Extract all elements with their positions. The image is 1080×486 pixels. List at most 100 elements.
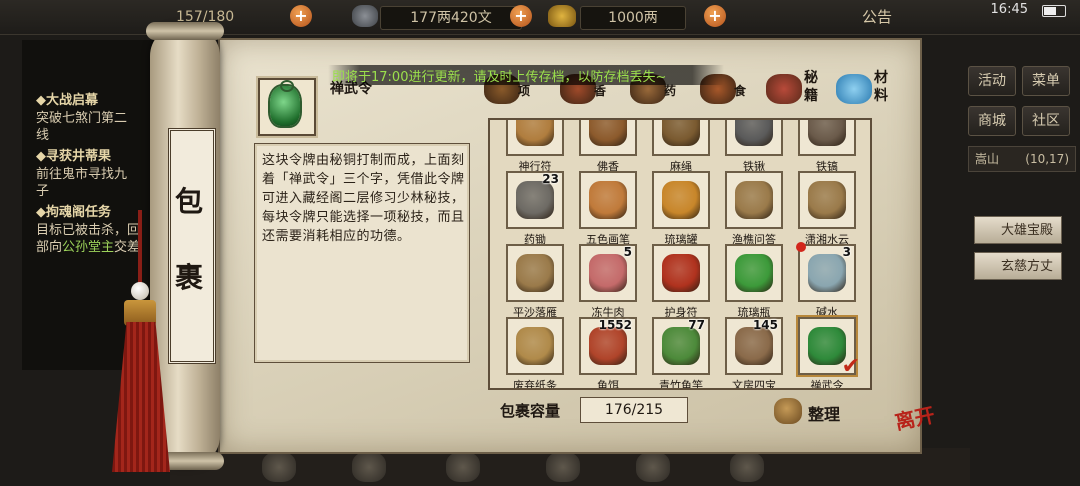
- item-count: 23: [542, 172, 559, 186]
- menu-shortcut-icon[interactable]: [262, 452, 296, 482]
- menu-button[interactable]: 菜单: [1022, 66, 1070, 96]
- add-copper-button[interactable]: +: [510, 5, 532, 27]
- scroll-title-char-1: 包: [174, 185, 203, 218]
- community-button[interactable]: 社区: [1022, 106, 1070, 136]
- quest-title-3[interactable]: ◆拘魂阁任务: [36, 204, 161, 222]
- quest-title-2[interactable]: ◆寻获井蒂果: [36, 148, 161, 166]
- item-slot[interactable]: [725, 120, 783, 156]
- tab-secret-books[interactable]: 秘 籍: [766, 70, 826, 112]
- item-slot[interactable]: [652, 171, 710, 229]
- item-slot[interactable]: 3: [796, 242, 856, 302]
- item-slot[interactable]: 5: [579, 244, 637, 302]
- scroll-rod-cap-top: [146, 22, 224, 40]
- quest-desc-3b: 部向公孙堂主交差: [36, 240, 141, 255]
- battery-icon: [1042, 5, 1066, 17]
- brush-icon: [589, 181, 627, 219]
- item-slot[interactable]: 77: [652, 317, 710, 375]
- worm-icon: [589, 327, 627, 365]
- book-icon: [516, 254, 554, 292]
- shovel-icon: [735, 120, 773, 146]
- incense-icon: [589, 120, 627, 146]
- tassel-bead: [131, 282, 149, 300]
- bag-icon: [774, 398, 802, 424]
- item-slot[interactable]: [652, 244, 710, 302]
- location-name: 嵩山: [975, 152, 1000, 166]
- crystal-icon: [836, 74, 872, 104]
- jade-token-icon: [270, 80, 300, 126]
- amulet-icon: [662, 254, 700, 292]
- menu-shortcut-icon[interactable]: [352, 452, 386, 482]
- quest-desc-3: 目标已被击杀，回: [36, 223, 141, 238]
- menu-shortcut-icon[interactable]: [446, 452, 480, 482]
- leave-button[interactable]: 离开: [892, 398, 944, 450]
- tab-materials[interactable]: 材 料: [836, 70, 896, 112]
- new-item-dot: [796, 242, 806, 252]
- item-name: 青竹鱼竿: [659, 379, 703, 390]
- paper-scrap-icon: [516, 327, 554, 365]
- jade-token-icon: [808, 327, 846, 365]
- shop-button[interactable]: 商城: [968, 106, 1016, 136]
- copper-amount: 177两420文: [380, 6, 522, 30]
- item-slot[interactable]: [506, 317, 564, 375]
- scroll-icon: [735, 327, 773, 365]
- book-stack-icon: [766, 74, 802, 104]
- announcement-button[interactable]: 公告: [862, 6, 892, 27]
- item-slot[interactable]: [798, 171, 856, 229]
- location-coords: (10,17): [1025, 152, 1069, 166]
- add-gold-button[interactable]: +: [704, 5, 726, 27]
- selected-item-description: 这块令牌由秘铜打制而成，上面刻着「禅武令」三个字，凭借此令牌可进入藏经阁二层修习…: [262, 153, 465, 244]
- gold-ingot-icon: [548, 5, 576, 27]
- update-notice-banner: 即将于17:00进行更新，请及时上传存档，以防存档丢失~: [328, 65, 724, 85]
- menu-shortcut-icon[interactable]: [636, 452, 670, 482]
- npc-button-1[interactable]: 大雄宝殿: [974, 216, 1062, 244]
- item-slot[interactable]: [579, 171, 637, 229]
- quest-title-1[interactable]: ◆大战启幕: [36, 92, 161, 110]
- item-count: 5: [623, 245, 632, 259]
- meat-icon: [589, 254, 627, 292]
- item-name: 鱼饵: [597, 379, 619, 390]
- item-count: 1552: [598, 318, 632, 332]
- fishing-rod-icon: [662, 327, 700, 365]
- capacity-label: 包裹容量: [500, 402, 561, 420]
- add-capacity-button[interactable]: +: [290, 5, 312, 27]
- item-slot[interactable]: [725, 244, 783, 302]
- item-slot[interactable]: ✔: [798, 317, 860, 379]
- quest-desc-2: 前往鬼市寻找九: [36, 167, 128, 182]
- copper-coin-icon: [352, 5, 378, 27]
- item-slot[interactable]: [506, 244, 564, 302]
- talisman-icon: [516, 120, 554, 146]
- item-slot[interactable]: 1552: [579, 317, 637, 375]
- item-slot[interactable]: [652, 120, 710, 156]
- menu-shortcut-icon[interactable]: [730, 452, 764, 482]
- tassel-cord: [138, 210, 142, 290]
- quest-desc-2b: 子: [36, 184, 50, 199]
- item-slot[interactable]: 145: [725, 317, 783, 375]
- npc-button-2[interactable]: 玄慈方丈: [974, 252, 1062, 280]
- quest-desc-1: 突破七煞门第二: [36, 111, 128, 126]
- item-slot[interactable]: 23: [506, 171, 564, 229]
- pickaxe-icon: [808, 120, 846, 146]
- item-slot[interactable]: [506, 120, 564, 156]
- item-name: 废弃纸条: [513, 379, 557, 390]
- item-count: 77: [688, 318, 705, 332]
- item-slot[interactable]: [579, 120, 637, 156]
- system-clock: 16:45: [990, 2, 1028, 17]
- book-icon: [735, 181, 773, 219]
- scroll-title-char-2: 裹: [174, 261, 203, 294]
- rope-icon: [662, 120, 700, 146]
- item-slot[interactable]: [798, 120, 856, 156]
- menu-shortcut-icon[interactable]: [546, 452, 580, 482]
- gold-amount: 1000两: [580, 6, 686, 30]
- sort-button[interactable]: 整理: [772, 396, 846, 426]
- book-icon: [808, 181, 846, 219]
- selected-check-icon: ✔: [841, 354, 860, 379]
- jar-icon: [662, 181, 700, 219]
- item-name: 文房四宝: [732, 379, 776, 390]
- activity-button[interactable]: 活动: [968, 66, 1016, 96]
- item-name: 禅武令: [810, 379, 844, 390]
- item-count: 145: [752, 318, 778, 332]
- location-display: 嵩山 (10,17): [968, 146, 1076, 172]
- item-slot[interactable]: [725, 171, 783, 229]
- scroll-title-plate: [168, 128, 216, 364]
- hoe-icon: [516, 181, 554, 219]
